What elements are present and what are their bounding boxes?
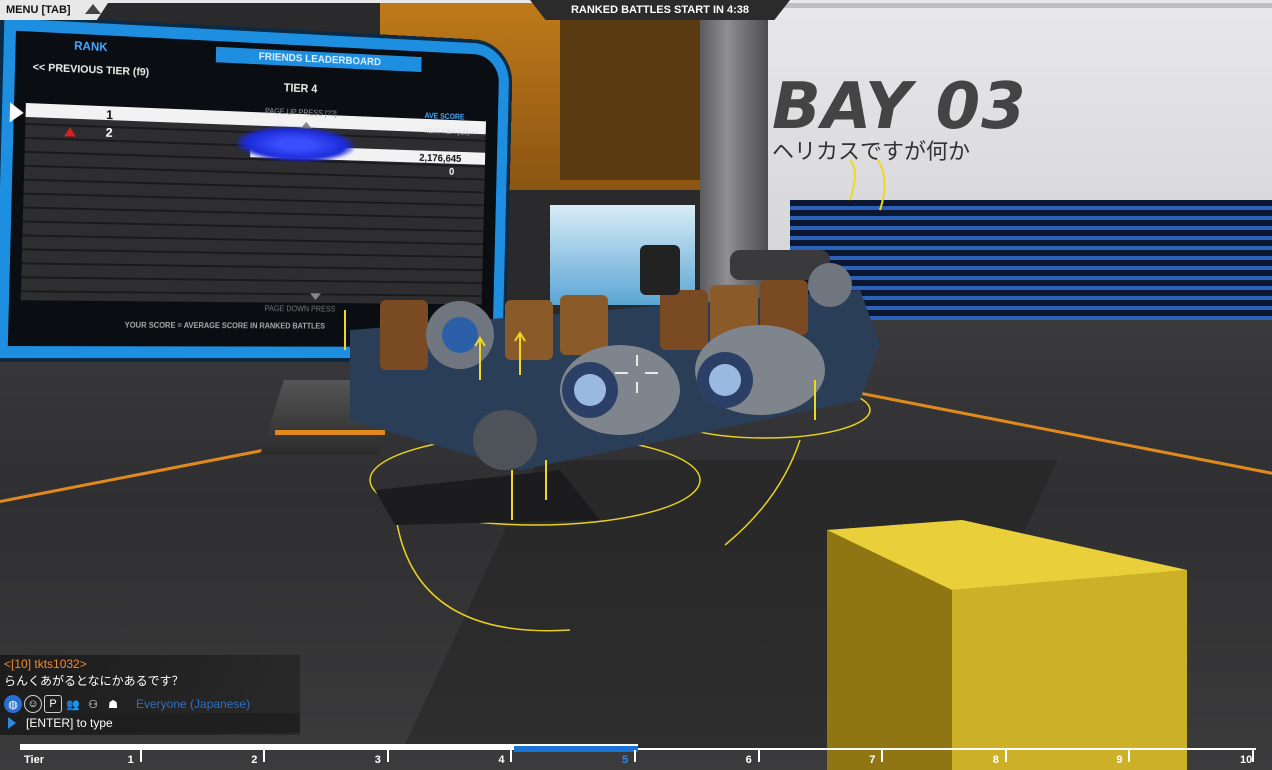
menu-arrow-icon[interactable]: [85, 4, 101, 14]
score-footnote: YOUR SCORE = AVERAGE SCORE IN RANKED BAT…: [124, 320, 326, 331]
tier-tick: [386, 750, 389, 762]
tier-current-segment: [514, 746, 638, 752]
robot-name: ヘリカスですが何か: [772, 140, 971, 165]
sky-window: [550, 205, 695, 305]
tier-tick: [1004, 750, 1007, 762]
tier-number: 4: [498, 754, 505, 766]
person-icon[interactable]: ☺: [24, 695, 42, 713]
tier-number: 3: [374, 754, 381, 766]
bay-title: BAY 03: [772, 70, 1027, 144]
tier-tick: [881, 750, 884, 762]
tier-tick: [634, 750, 636, 762]
chat-input-hint: [ENTER] to type: [26, 716, 113, 730]
chat-message: らんくあがるとなにかあるです？: [4, 674, 184, 688]
globe-icon[interactable]: ◍: [4, 695, 22, 713]
tier-number: 1: [127, 754, 134, 766]
rank-tab[interactable]: RANK: [74, 39, 108, 54]
tier-tick: [1252, 750, 1254, 762]
tier-number: 8: [992, 754, 999, 766]
ranked-timer: RANKED BATTLES START IN 4:38: [530, 0, 790, 20]
tier-tick: [757, 750, 760, 762]
chat-caret-icon: [8, 717, 16, 729]
tier-progress-bar: Tier 1 2 3 4 5 6 7 8 9 10: [20, 744, 1256, 770]
tier-number: 5: [622, 754, 629, 766]
tier-number: 2: [251, 754, 258, 766]
ave-score-header: AVE SCORE: [424, 111, 465, 122]
pillar: [700, 0, 768, 340]
tier-number: 10: [1240, 754, 1253, 766]
friends-icon[interactable]: ⚇: [84, 695, 102, 713]
rank-up-icon: [64, 127, 76, 137]
chat-channel-label[interactable]: Everyone (Japanese): [136, 697, 250, 711]
leaderboard-monitor: RANK FRIENDS LEADERBOARD << PREVIOUS TIE…: [0, 18, 510, 359]
chat-username[interactable]: <[10] tkts1032>: [4, 657, 87, 671]
chat-panel: <[10] tkts1032> らんくあがるとなにかあるです？ ◍ ☺ P 👥 …: [0, 655, 300, 735]
group-icon[interactable]: 👥: [64, 695, 82, 713]
selected-row-arrow-icon: [9, 102, 24, 123]
tier-tick: [263, 750, 266, 762]
rank-2: 2: [105, 124, 113, 140]
pedestal-stripe: [275, 430, 385, 435]
scroll-down-icon[interactable]: [310, 293, 321, 301]
score-1: 2,176,645: [419, 152, 462, 165]
chat-input[interactable]: [ENTER] to type: [0, 713, 300, 733]
tier-number: 9: [1116, 754, 1123, 766]
score-2: 0: [448, 166, 455, 178]
tier-number: 6: [745, 754, 752, 766]
tier-tick: [139, 750, 142, 762]
rank-1: 1: [105, 107, 114, 123]
tier-number: 7: [869, 754, 876, 766]
page-down-hint: PAGE DOWN PRESS: [264, 304, 336, 314]
ceiling-shadow: [560, 0, 700, 180]
chat-channel-icons: ◍ ☺ P 👥 ⚇ ☗: [4, 695, 122, 713]
tier-heading: TIER 4: [283, 80, 318, 96]
p-icon[interactable]: P: [44, 695, 62, 713]
friends-leaderboard-tab[interactable]: FRIENDS LEADERBOARD: [215, 46, 422, 73]
tier-tick: [1128, 750, 1131, 762]
gold-cube[interactable]: [822, 520, 1192, 770]
tier-label: Tier: [24, 754, 44, 766]
previous-tier-button[interactable]: << PREVIOUS TIER (f9): [33, 61, 150, 78]
tier-tick: [510, 750, 513, 762]
chat-person-icon[interactable]: ☗: [104, 695, 122, 713]
